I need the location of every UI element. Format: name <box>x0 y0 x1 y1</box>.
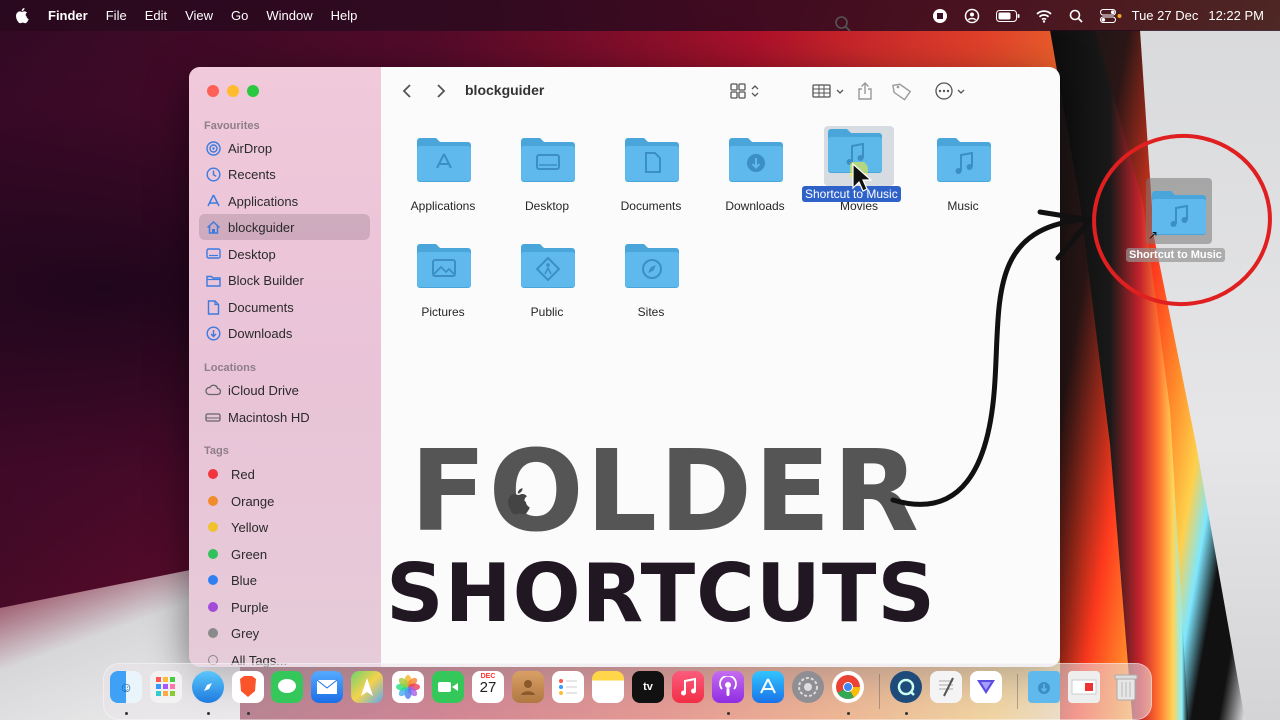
reminders-dock-icon[interactable] <box>552 671 584 703</box>
dock: ☺ DEC 27 tv <box>103 663 1152 720</box>
music-dock-icon[interactable] <box>672 671 704 703</box>
screenshot-stack-dock-icon[interactable] <box>1068 671 1100 703</box>
system-preferences-dock-icon[interactable] <box>792 671 824 703</box>
launchpad-dock-icon[interactable] <box>150 671 182 703</box>
safari-dock-icon[interactable] <box>192 671 224 703</box>
contacts-dock-icon[interactable] <box>512 671 544 703</box>
quicktime-dock-icon[interactable] <box>890 671 922 703</box>
mail-dock-icon[interactable] <box>311 671 343 703</box>
trash-dock-icon[interactable] <box>1110 671 1142 703</box>
textedit-dock-icon[interactable] <box>930 671 962 703</box>
calendar-dock-icon[interactable]: DEC 27 <box>472 671 504 703</box>
calendar-day: 27 <box>479 679 497 696</box>
facetime-dock-icon[interactable] <box>432 671 464 703</box>
finder-dock-icon[interactable]: ☺ <box>110 671 142 703</box>
maps-dock-icon[interactable] <box>351 671 383 703</box>
photos-dock-icon[interactable] <box>392 671 424 703</box>
messages-dock-icon[interactable] <box>271 671 303 703</box>
alias-arrow-icon: ↗ <box>1148 228 1159 242</box>
desktop-shortcut-to-music[interactable]: ↗ Shortcut to Music <box>1122 178 1234 268</box>
downloads-stack-dock-icon[interactable] <box>1028 671 1060 703</box>
annotation-arrow <box>890 133 1272 507</box>
brave-dock-icon[interactable] <box>232 671 264 703</box>
app-store-dock-icon[interactable] <box>752 671 784 703</box>
notes-dock-icon[interactable] <box>592 671 624 703</box>
vpn-dock-icon[interactable] <box>970 671 1002 703</box>
chrome-dock-icon[interactable] <box>832 671 864 703</box>
podcasts-dock-icon[interactable] <box>712 671 744 703</box>
apple-tv-dock-icon[interactable]: tv <box>632 671 664 703</box>
desktop-shortcut-label: Shortcut to Music <box>1126 248 1225 262</box>
music-alias-icon <box>1152 191 1206 235</box>
tv-label: tv <box>643 681 653 693</box>
